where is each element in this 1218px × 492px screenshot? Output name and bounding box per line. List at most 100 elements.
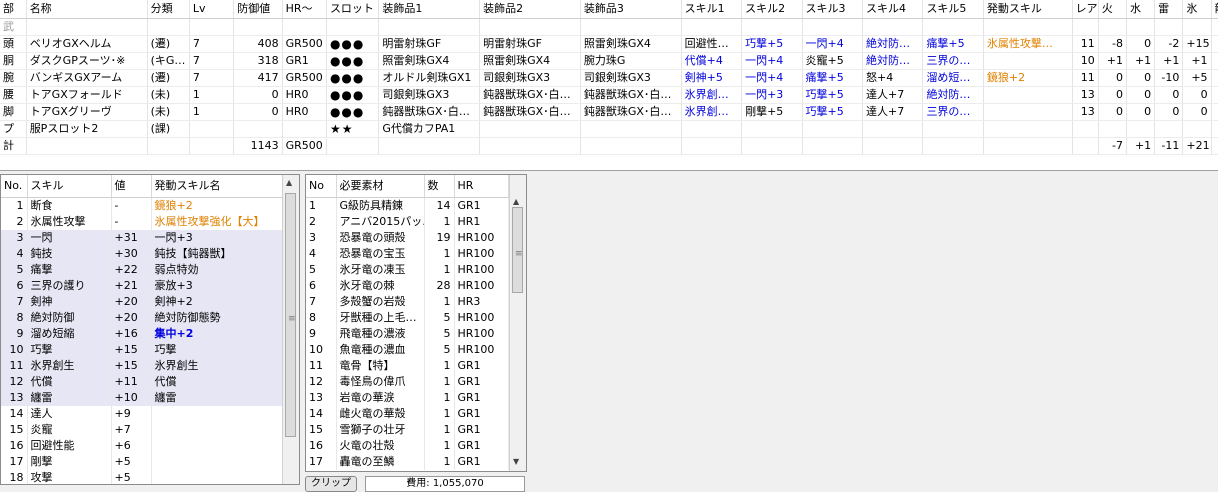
cell-s3: 一閃+4 <box>802 35 863 53</box>
column-header[interactable]: スキル3 <box>802 0 863 19</box>
equipment-row[interactable]: プ服Pスロット2 (課) ★★ G代償カフPA1 <box>0 120 1218 138</box>
equipment-row[interactable]: 脚トアGXグリーヴ (未) 1 0 HR0 ●●● 鈍器獣珠GX･白… 鈍器獣珠GX･白… 鈍器… <box>0 103 1218 121</box>
column-header[interactable]: スキル2 <box>741 0 803 19</box>
column-header[interactable]: 装飾品3 <box>580 0 682 19</box>
column-header[interactable]: スキル5 <box>922 0 984 19</box>
material-row[interactable]: 11 竜骨【特】 1 GR1 <box>306 358 509 374</box>
material-row[interactable]: 16 火竜の壮殻 1 GR1 <box>306 438 509 454</box>
scrollbar-thumb[interactable]: ≡ <box>285 193 296 437</box>
active-skill-name: 弱点特効 <box>151 262 284 278</box>
material-row[interactable]: 3 恐暴竜の頭殻 19 HR100 <box>306 230 509 246</box>
material-row[interactable]: 14 雌火竜の華殻 1 GR1 <box>306 406 509 422</box>
skill-name: 代償 <box>27 374 112 390</box>
skill-row[interactable]: 10 巧撃 +15 巧撃 <box>1 342 284 358</box>
skill-row[interactable]: 14 達人 +9 <box>1 406 284 422</box>
cell-s3: 痛撃+5 <box>802 69 863 87</box>
column-header[interactable]: 防御値 <box>233 0 283 19</box>
equipment-grid[interactable]: 部名称 分類 Lv 防御値 HR～ スロット 装飾品1 装飾品2 装飾品3 スキル1 スキル2 スキル… <box>0 0 1218 171</box>
skill-row[interactable]: 11 氷界創生 +15 氷界創生 <box>1 358 284 374</box>
skill-row[interactable]: 7 剣神 +20 剣神+2 <box>1 294 284 310</box>
skill-row[interactable]: 8 絶対防御 +20 絶対防御態勢 <box>1 310 284 326</box>
column-header[interactable]: 値 <box>111 175 152 198</box>
cell-s4 <box>862 120 924 138</box>
material-no: 17 <box>306 454 337 470</box>
column-header[interactable]: HR～ <box>282 0 327 19</box>
skill-row[interactable]: 1 断食 - 鏡狼+2 <box>1 197 284 214</box>
material-row[interactable]: 8 牙獣種の上毛… 5 HR100 <box>306 310 509 326</box>
material-hr: HR100 <box>454 326 509 342</box>
column-header[interactable]: レア <box>1072 0 1099 19</box>
column-header[interactable]: 水 <box>1126 0 1156 19</box>
column-header[interactable]: 発動スキル名 <box>151 175 284 198</box>
column-header[interactable]: 装飾品1 <box>378 0 481 19</box>
skill-list-scrollbar[interactable]: ▲ ≡ <box>282 175 299 484</box>
active-skill-name: 絶対防御態勢 <box>151 310 284 326</box>
arrow-down-icon[interactable]: ▼ <box>513 457 519 466</box>
material-row[interactable]: 6 氷牙竜の棘 28 HR100 <box>306 278 509 294</box>
skill-row[interactable]: 2 氷属性攻撃 - 氷属性攻撃強化【大】 <box>1 214 284 230</box>
material-row[interactable]: 4 恐暴竜の宝玉 1 HR100 <box>306 246 509 262</box>
material-row[interactable]: 9 飛竜種の濃液 5 HR100 <box>306 326 509 342</box>
column-header[interactable]: 雷 <box>1154 0 1184 19</box>
equipment-row[interactable]: 腰トアGXフォールド (未) 1 0 HR0 ●●● 司銀剣珠GX3 鈍器獣珠GX･白… 鈍器獣… <box>0 86 1218 104</box>
skill-value: - <box>111 214 152 230</box>
column-header[interactable]: 名称 <box>26 0 148 19</box>
skill-row[interactable]: 6 三界の護り +21 豪放+3 <box>1 278 284 294</box>
column-header[interactable]: 火 <box>1098 0 1127 19</box>
skill-row[interactable]: 9 溜め短縮 +16 集中+2 <box>1 326 284 342</box>
column-header[interactable]: 発動スキル <box>983 0 1073 19</box>
skill-row[interactable]: 15 炎寵 +7 <box>1 422 284 438</box>
column-header[interactable]: No. <box>1 175 28 198</box>
material-row[interactable]: 17 轟竜の至鱗 1 GR1 <box>306 454 509 470</box>
column-header[interactable]: スキル <box>27 175 112 198</box>
column-header[interactable]: 部 <box>0 0 27 19</box>
skill-row[interactable]: 13 纏雷 +10 纏雷 <box>1 390 284 406</box>
skill-row[interactable]: 4 鈍技 +30 鈍技【鈍器獣】 <box>1 246 284 262</box>
arrow-up-icon[interactable]: ▲ <box>286 178 292 187</box>
arrow-up-icon[interactable]: ▲ <box>513 197 519 206</box>
material-name: 火竜の壮殻 <box>336 438 425 454</box>
skill-row[interactable]: 12 代償 +11 代償 <box>1 374 284 390</box>
material-row[interactable]: 5 氷牙竜の凍玉 1 HR100 <box>306 262 509 278</box>
cell-act <box>983 18 1073 36</box>
skill-list-panel[interactable]: No. スキル値発動スキル名 1 断食 - 鏡狼+2 2 氷属性攻撃 - 氷属性攻撃強化【大】 3 一… <box>0 174 300 485</box>
column-header[interactable]: 数 <box>424 175 455 198</box>
column-header[interactable]: スキル4 <box>862 0 924 19</box>
material-list-scrollbar[interactable]: ▲ ≡ ▼ <box>509 175 526 471</box>
material-list-panel[interactable]: No 必要素材数 HR 1 G級防具精錬 14 GR1 2 アニバ2015パッ… 1 HR1 3 恐暴竜… <box>305 174 527 472</box>
column-header[interactable]: No <box>306 175 337 198</box>
cell-fire: 0 <box>1098 103 1127 121</box>
cell-s2: 一閃+3 <box>741 86 803 104</box>
material-row[interactable]: 2 アニバ2015パッ… 1 HR1 <box>306 214 509 230</box>
cell-rare: 11 <box>1072 69 1099 87</box>
skill-row[interactable]: 5 痛撃 +22 弱点特効 <box>1 262 284 278</box>
material-row[interactable]: 7 多殻蟹の岩殻 1 HR3 <box>306 294 509 310</box>
skill-row[interactable]: 16 回避性能 +6 <box>1 438 284 454</box>
material-row[interactable]: 1 G級防具精錬 14 GR1 <box>306 197 509 214</box>
material-row[interactable]: 15 雪獅子の壮牙 1 GR1 <box>306 422 509 438</box>
clip-button[interactable]: クリップ <box>305 476 357 492</box>
column-header[interactable]: HR <box>454 175 509 198</box>
scrollbar-thumb[interactable]: ≡ <box>512 207 523 293</box>
material-row[interactable]: 13 岩竜の華涙 1 GR1 <box>306 390 509 406</box>
cell-s2 <box>741 120 803 138</box>
column-header[interactable]: スキル1 <box>681 0 743 19</box>
equipment-row[interactable]: 腕バンギスGXアーム (遷) 7 417 GR500 ●●● オルドル剣珠GX1 司銀剣珠GX… <box>0 69 1218 87</box>
skill-row[interactable]: 17 剛撃 +5 <box>1 454 284 470</box>
skill-row[interactable]: 3 一閃 +31 一閃+3 <box>1 230 284 246</box>
column-header[interactable]: 氷 <box>1182 0 1212 19</box>
column-header[interactable]: 必要素材 <box>336 175 425 198</box>
material-row[interactable]: 12 毒怪鳥の偉爪 1 GR1 <box>306 374 509 390</box>
column-header[interactable]: 装飾品2 <box>479 0 581 19</box>
equipment-row[interactable]: 頭ベリオGXヘルム (遷) 7 408 GR500 ●●● 明雷射珠GF 明雷射珠GF 照雷剣珠… <box>0 35 1218 53</box>
cell-dragon <box>1211 120 1218 138</box>
equipment-row[interactable]: 胴ダスクGPスーツ･※ (キG… 7 318 GR1 ●●● 照雷剣珠GX4 照雷剣珠GX4 腕… <box>0 52 1218 70</box>
equipment-row[interactable]: 計 1143GR500 -7+1-11+21- <box>0 137 1218 155</box>
equipment-row[interactable]: 武 <box>0 18 1218 36</box>
column-header[interactable]: 分類 <box>147 0 190 19</box>
material-qty: 5 <box>424 310 455 326</box>
column-header[interactable]: Lv <box>189 0 235 19</box>
material-row[interactable]: 10 魚竜種の濃血 5 HR100 <box>306 342 509 358</box>
column-header[interactable]: 龍 <box>1211 0 1218 19</box>
column-header[interactable]: スロット <box>326 0 380 19</box>
